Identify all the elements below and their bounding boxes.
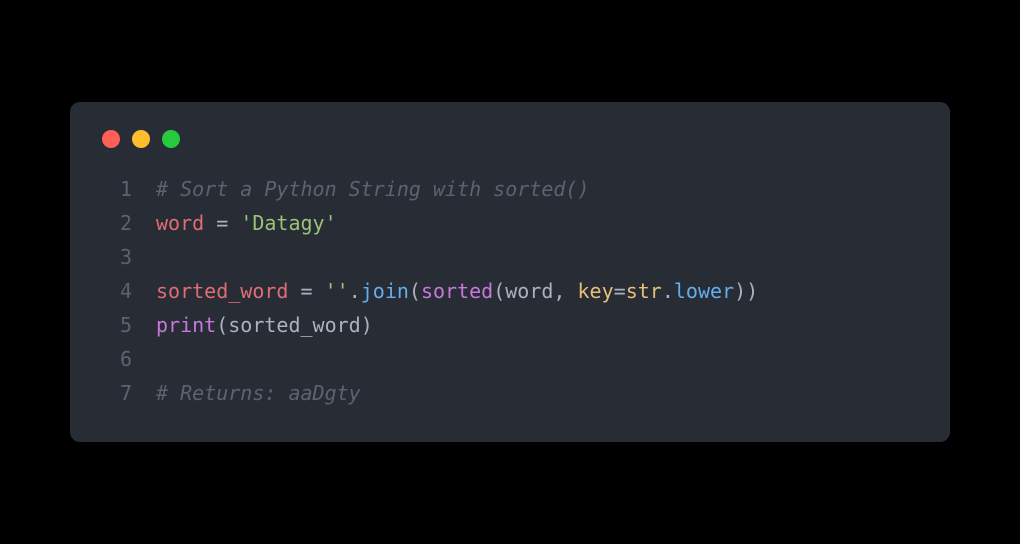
code-line: 4 sorted_word = ''.join(sorted(word, key… (102, 274, 918, 308)
space-token (288, 279, 300, 303)
code-line: 2 word = 'Datagy' (102, 206, 918, 240)
arg-token: sorted_word (228, 313, 360, 337)
comment-token: # Sort a Python String with sorted() (156, 177, 589, 201)
builtin-token: print (156, 313, 216, 337)
paren-token: ( (216, 313, 228, 337)
code-content: # Returns: aaDgty (156, 376, 918, 410)
code-line: 5 print(sorted_word) (102, 308, 918, 342)
space-token (228, 211, 240, 235)
string-token: '' (325, 279, 349, 303)
code-line: 1 # Sort a Python String with sorted() (102, 172, 918, 206)
operator-token: = (301, 279, 313, 303)
code-line: 7 # Returns: aaDgty (102, 376, 918, 410)
operator-token: = (216, 211, 228, 235)
code-area: 1 # Sort a Python String with sorted() 2… (102, 172, 918, 410)
paren-token: ( (493, 279, 505, 303)
maximize-icon[interactable] (162, 130, 180, 148)
window-controls (102, 130, 918, 148)
code-content (156, 240, 918, 274)
minimize-icon[interactable] (132, 130, 150, 148)
code-content (156, 342, 918, 376)
paren-token: ) (746, 279, 758, 303)
operator-token: = (614, 279, 626, 303)
line-number: 2 (102, 206, 132, 240)
method-token: lower (674, 279, 734, 303)
code-content: # Sort a Python String with sorted() (156, 172, 918, 206)
class-token: str (626, 279, 662, 303)
code-editor-window: 1 # Sort a Python String with sorted() 2… (70, 102, 950, 442)
code-content: word = 'Datagy' (156, 206, 918, 240)
arg-token: word (505, 279, 553, 303)
dot-token: . (662, 279, 674, 303)
line-number: 3 (102, 240, 132, 274)
builtin-token: sorted (421, 279, 493, 303)
code-content: print(sorted_word) (156, 308, 918, 342)
kwarg-token: key (578, 279, 614, 303)
method-token: join (361, 279, 409, 303)
variable-token: word (156, 211, 204, 235)
paren-token: ) (734, 279, 746, 303)
close-icon[interactable] (102, 130, 120, 148)
line-number: 5 (102, 308, 132, 342)
dot-token: . (349, 279, 361, 303)
space-token (313, 279, 325, 303)
line-number: 4 (102, 274, 132, 308)
paren-token: ) (361, 313, 373, 337)
line-number: 1 (102, 172, 132, 206)
string-token: 'Datagy' (240, 211, 336, 235)
variable-token: sorted_word (156, 279, 288, 303)
code-line: 6 (102, 342, 918, 376)
line-number: 7 (102, 376, 132, 410)
comma-token: , (553, 279, 577, 303)
code-line: 3 (102, 240, 918, 274)
comment-token: # Returns: aaDgty (156, 381, 361, 405)
space-token (204, 211, 216, 235)
paren-token: ( (409, 279, 421, 303)
code-content: sorted_word = ''.join(sorted(word, key=s… (156, 274, 918, 308)
line-number: 6 (102, 342, 132, 376)
